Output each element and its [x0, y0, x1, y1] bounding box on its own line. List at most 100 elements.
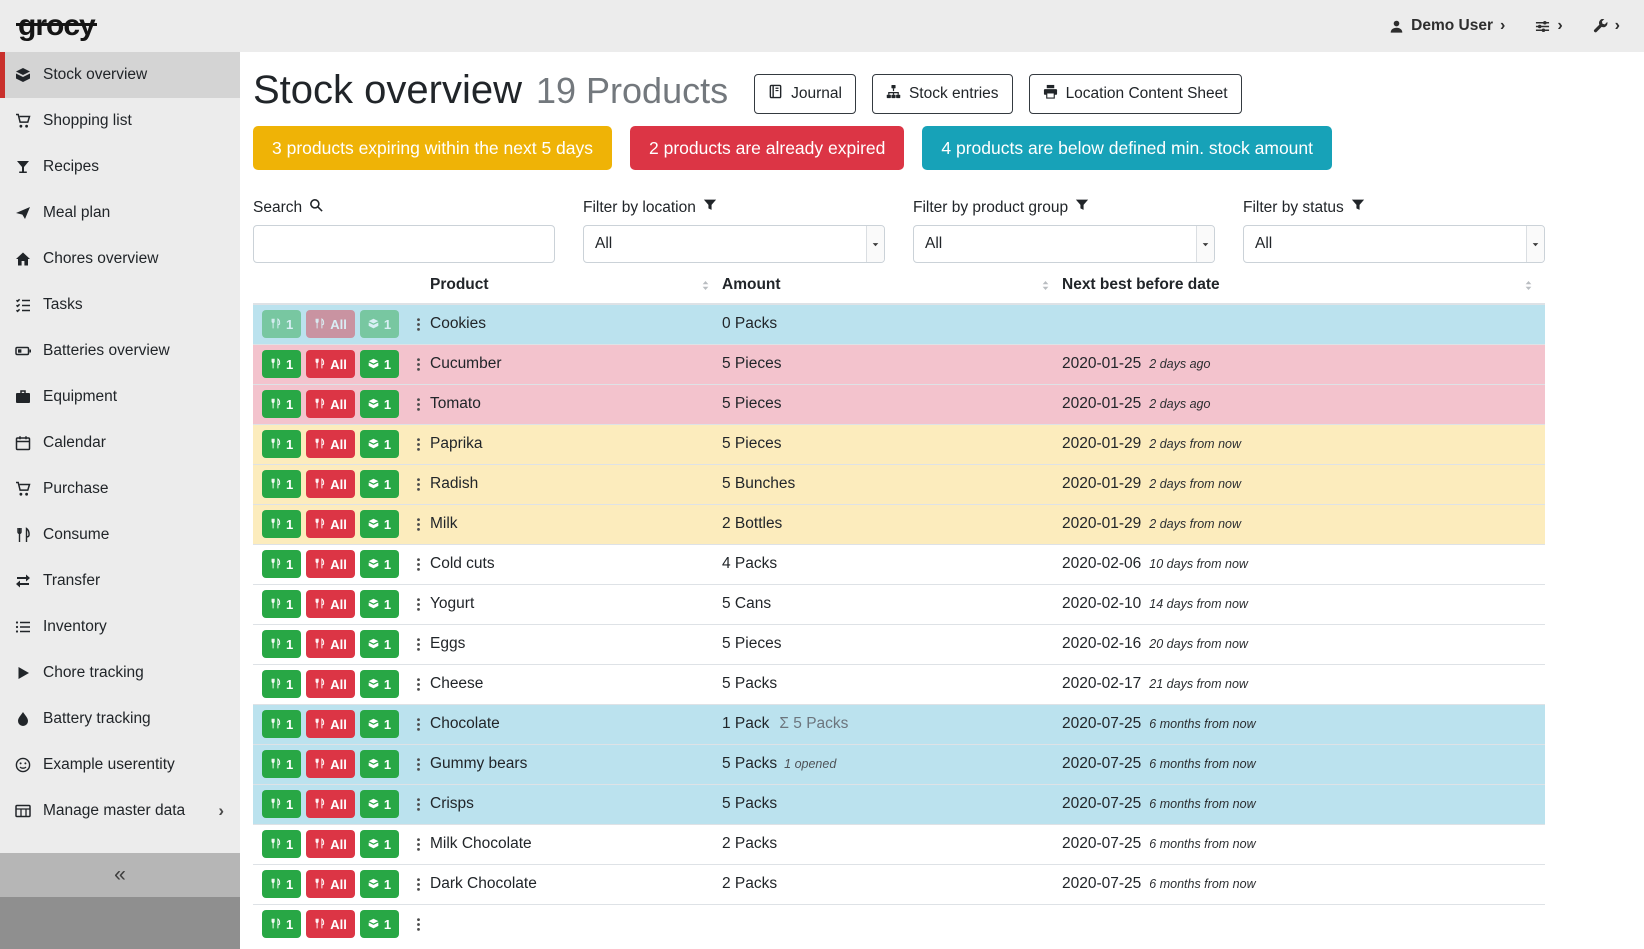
consume-one-button[interactable]: 1	[262, 710, 301, 738]
sidebar-item-batteries-overview[interactable]: Batteries overview	[0, 328, 240, 374]
column-header-next-best-before-date[interactable]: Next best before date	[1062, 267, 1545, 304]
stock-entries-button[interactable]: Stock entries	[872, 74, 1013, 114]
consume-one-button[interactable]: 1	[262, 670, 301, 698]
open-one-button[interactable]: 1	[360, 710, 399, 738]
row-menu-button[interactable]	[409, 317, 428, 332]
open-one-button[interactable]: 1	[360, 310, 399, 338]
sidebar-item-battery-tracking[interactable]: Battery tracking	[0, 696, 240, 742]
consume-all-button[interactable]: All	[306, 430, 355, 458]
search-input[interactable]	[253, 225, 555, 263]
consume-one-button[interactable]: 1	[262, 550, 301, 578]
consume-one-button[interactable]: 1	[262, 470, 301, 498]
open-one-button[interactable]: 1	[360, 430, 399, 458]
row-menu-button[interactable]	[409, 517, 428, 532]
sidebar-item-manage-master-data[interactable]: Manage master data›	[0, 788, 240, 834]
consume-all-button[interactable]: All	[306, 470, 355, 498]
consume-all-button[interactable]: All	[306, 830, 355, 858]
consume-one-button[interactable]: 1	[262, 830, 301, 858]
smile-icon	[14, 757, 32, 773]
open-one-button[interactable]: 1	[360, 470, 399, 498]
row-menu-button[interactable]	[409, 797, 428, 812]
consume-one-button[interactable]: 1	[262, 310, 301, 338]
row-menu-button[interactable]	[409, 557, 428, 572]
date-relative-note: 2 days ago	[1149, 397, 1210, 411]
consume-all-button[interactable]: All	[306, 630, 355, 658]
product-group-filter-select[interactable]: All	[913, 225, 1215, 263]
consume-all-button[interactable]: All	[306, 390, 355, 418]
sidebar-item-transfer[interactable]: Transfer	[0, 558, 240, 604]
sidebar-item-purchase[interactable]: Purchase	[0, 466, 240, 512]
consume-all-button[interactable]: All	[306, 310, 355, 338]
open-one-button[interactable]: 1	[360, 870, 399, 898]
sidebar-item-chores-overview[interactable]: Chores overview	[0, 236, 240, 282]
sidebar-item-recipes[interactable]: Recipes	[0, 144, 240, 190]
open-one-button[interactable]: 1	[360, 390, 399, 418]
consume-one-button[interactable]: 1	[262, 910, 301, 938]
location-filter-select[interactable]: All	[583, 225, 885, 263]
column-header-product[interactable]: Product	[430, 267, 722, 304]
sidebar-item-shopping-list[interactable]: Shopping list	[0, 98, 240, 144]
row-menu-button[interactable]	[409, 637, 428, 652]
sidebar-collapse-button[interactable]: «	[0, 853, 240, 897]
row-menu-button[interactable]	[409, 717, 428, 732]
consume-one-button[interactable]: 1	[262, 590, 301, 618]
status-filter-select[interactable]: All	[1243, 225, 1545, 263]
open-one-button[interactable]: 1	[360, 510, 399, 538]
row-menu-button[interactable]	[409, 597, 428, 612]
row-menu-button[interactable]	[409, 437, 428, 452]
consume-one-button[interactable]: 1	[262, 510, 301, 538]
sidebar-item-stock-overview[interactable]: Stock overview	[0, 52, 240, 98]
consume-all-button[interactable]: All	[306, 510, 355, 538]
sidebar-item-calendar[interactable]: Calendar	[0, 420, 240, 466]
settings-menu[interactable]: ›	[1535, 17, 1562, 35]
open-one-button[interactable]: 1	[360, 590, 399, 618]
consume-all-button[interactable]: All	[306, 350, 355, 378]
consume-all-button[interactable]: All	[306, 590, 355, 618]
filter-bar: Search Filter by location All Filter by …	[253, 198, 1545, 263]
consume-one-button[interactable]: 1	[262, 790, 301, 818]
consume-all-button[interactable]: All	[306, 910, 355, 938]
row-menu-button[interactable]	[409, 677, 428, 692]
consume-one-button[interactable]: 1	[262, 350, 301, 378]
row-menu-button[interactable]	[409, 917, 428, 932]
open-one-button[interactable]: 1	[360, 910, 399, 938]
sidebar-item-tasks[interactable]: Tasks	[0, 282, 240, 328]
sidebar-item-consume[interactable]: Consume	[0, 512, 240, 558]
sidebar-item-equipment[interactable]: Equipment	[0, 374, 240, 420]
open-one-button[interactable]: 1	[360, 630, 399, 658]
consume-one-button[interactable]: 1	[262, 390, 301, 418]
table-row: 1All1Cold cuts4 Packs2020-02-0610 days f…	[253, 544, 1545, 584]
sidebar-item-chore-tracking[interactable]: Chore tracking	[0, 650, 240, 696]
open-one-button[interactable]: 1	[360, 750, 399, 778]
admin-menu[interactable]: ›	[1593, 17, 1620, 35]
row-menu-button[interactable]	[409, 877, 428, 892]
consume-all-button[interactable]: All	[306, 750, 355, 778]
row-menu-button[interactable]	[409, 477, 428, 492]
consume-one-button[interactable]: 1	[262, 630, 301, 658]
location-content-sheet-button[interactable]: Location Content Sheet	[1029, 74, 1242, 114]
sidebar-item-inventory[interactable]: Inventory	[0, 604, 240, 650]
consume-one-button[interactable]: 1	[262, 870, 301, 898]
open-one-button[interactable]: 1	[360, 790, 399, 818]
consume-one-button[interactable]: 1	[262, 430, 301, 458]
consume-one-button[interactable]: 1	[262, 750, 301, 778]
row-menu-button[interactable]	[409, 397, 428, 412]
sidebar-item-meal-plan[interactable]: Meal plan	[0, 190, 240, 236]
user-menu[interactable]: Demo User ›	[1389, 17, 1505, 35]
consume-all-button[interactable]: All	[306, 790, 355, 818]
open-one-button[interactable]: 1	[360, 350, 399, 378]
app-logo[interactable]: grocy	[16, 9, 97, 43]
open-one-button[interactable]: 1	[360, 550, 399, 578]
row-menu-button[interactable]	[409, 837, 428, 852]
consume-all-button[interactable]: All	[306, 670, 355, 698]
open-one-button[interactable]: 1	[360, 670, 399, 698]
sidebar-item-example-userentity[interactable]: Example userentity	[0, 742, 240, 788]
consume-all-button[interactable]: All	[306, 550, 355, 578]
row-menu-button[interactable]	[409, 357, 428, 372]
row-menu-button[interactable]	[409, 757, 428, 772]
consume-all-button[interactable]: All	[306, 710, 355, 738]
column-header-amount[interactable]: Amount	[722, 267, 1062, 304]
journal-button[interactable]: Journal	[754, 74, 856, 114]
open-one-button[interactable]: 1	[360, 830, 399, 858]
consume-all-button[interactable]: All	[306, 870, 355, 898]
